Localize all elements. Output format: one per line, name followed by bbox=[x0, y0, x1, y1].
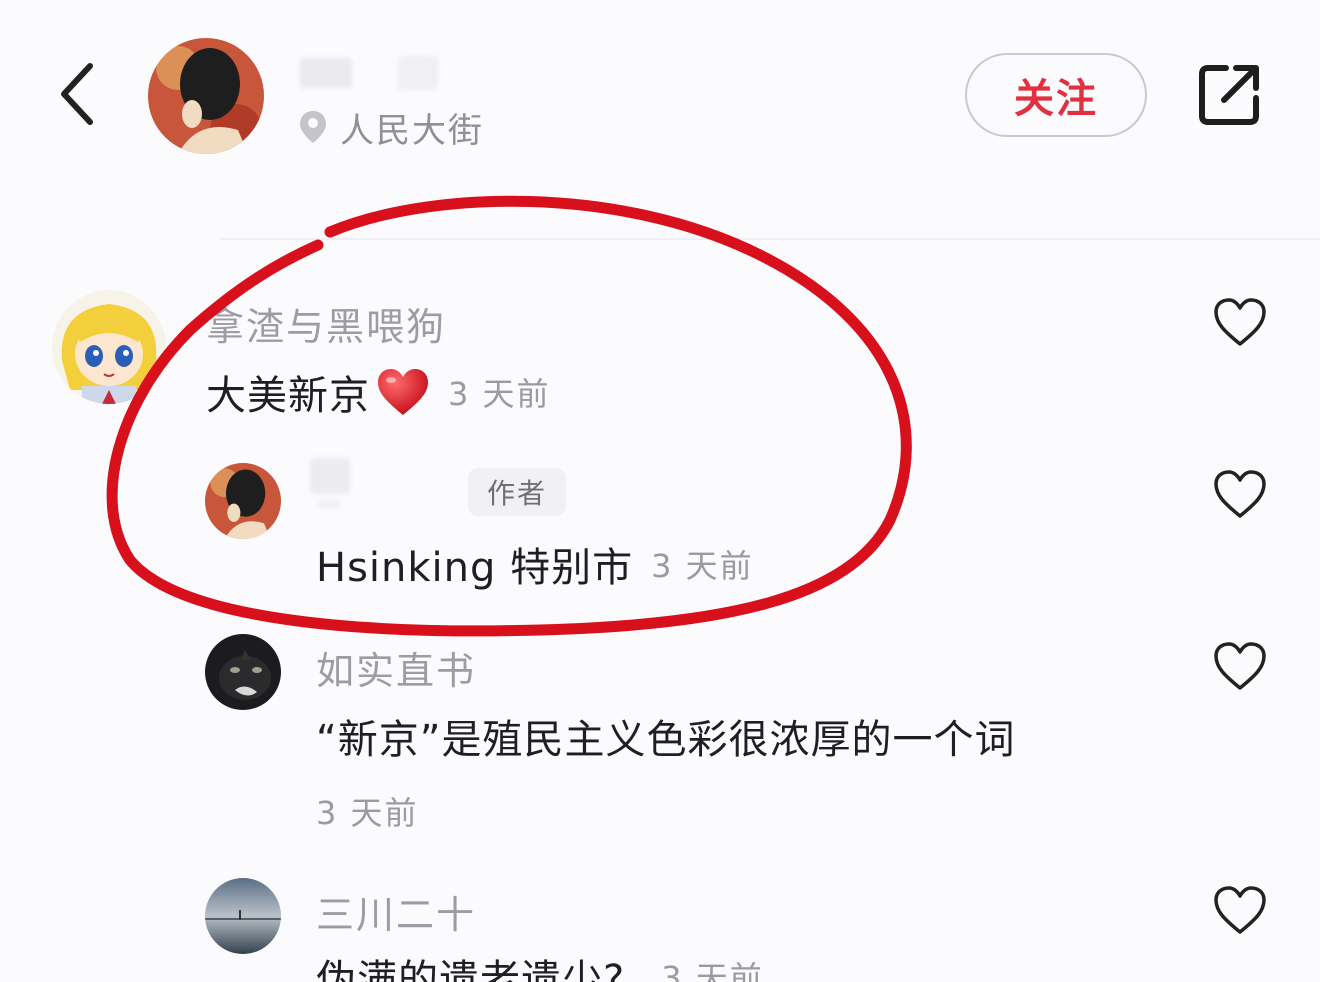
back-arrow-icon[interactable] bbox=[50, 58, 110, 130]
reply-text: Hsinking 特别市 bbox=[316, 545, 634, 591]
author-name-redacted bbox=[300, 58, 352, 88]
reply-time: 3 天前 bbox=[651, 547, 754, 585]
like-icon[interactable] bbox=[1212, 468, 1268, 520]
author-avatar[interactable] bbox=[148, 38, 264, 154]
commenter-avatar[interactable] bbox=[205, 634, 281, 710]
comment-time: 3 天前 bbox=[661, 959, 764, 982]
comment-text: “新京”是殖民主义色彩很浓厚的一个词 bbox=[316, 717, 1016, 763]
author-badge: 作者 bbox=[468, 468, 566, 516]
location-pin-icon bbox=[300, 111, 326, 143]
location: 人民大街 bbox=[298, 102, 484, 152]
author-name-redacted bbox=[398, 56, 438, 90]
like-icon[interactable] bbox=[1212, 640, 1268, 692]
comment-content: 大美新京 3 天前 bbox=[206, 362, 551, 422]
share-icon[interactable] bbox=[1196, 62, 1262, 128]
reply-username-redacted bbox=[318, 500, 340, 508]
reply-content: Hsinking 特别市 3 天前 bbox=[316, 536, 754, 592]
like-icon[interactable] bbox=[1212, 884, 1268, 936]
comment-page: 人民大街 关注 拿渣与黑喂狗 大美新京 3 天前 作者 Hsinking 特别市… bbox=[0, 0, 1320, 982]
divider bbox=[220, 238, 1320, 240]
comment-content: 伪满的遗老遗少? 3 天前 bbox=[316, 948, 764, 982]
comment-content: “新京”是殖民主义色彩很浓厚的一个词 bbox=[316, 708, 1015, 764]
comment-text: 伪满的遗老遗少? bbox=[316, 957, 626, 982]
comment-username[interactable]: 拿渣与黑喂狗 bbox=[206, 296, 446, 351]
like-icon[interactable] bbox=[1212, 296, 1268, 348]
commenter-avatar[interactable] bbox=[205, 878, 281, 954]
heart-emoji-icon bbox=[378, 369, 428, 415]
commenter-avatar[interactable] bbox=[52, 290, 166, 404]
comment-username[interactable]: 如实直书 bbox=[316, 640, 476, 695]
comment-text: 大美新京 bbox=[206, 373, 370, 419]
comment-time: 3 天前 bbox=[316, 794, 419, 832]
location-label: 人民大街 bbox=[340, 110, 484, 151]
comment-username[interactable]: 三川二十 bbox=[316, 884, 476, 939]
comment-time: 3 天前 bbox=[448, 375, 551, 413]
follow-button[interactable]: 关注 bbox=[965, 53, 1147, 137]
author-reply-avatar[interactable] bbox=[205, 463, 281, 539]
reply-username-redacted bbox=[310, 458, 350, 494]
